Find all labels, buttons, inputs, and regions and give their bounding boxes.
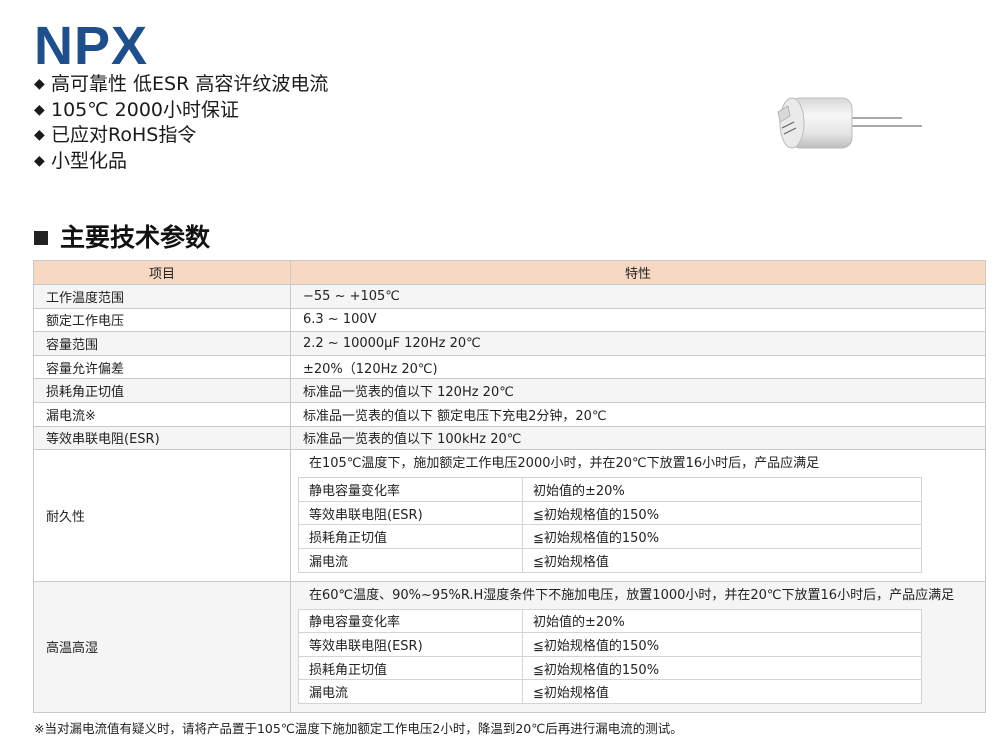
criteria-row: 损耗角正切值 ≦初始规格值的150% (298, 655, 922, 681)
durability-condition: 在105℃温度下，施加额定工作电压2000小时，并在20℃下放置16小时后，产品… (309, 456, 820, 472)
durability-row: 耐久性 在105℃温度下，施加额定工作电压2000小时，并在20℃下放置16小时… (33, 449, 986, 582)
product-title: NPX (34, 16, 149, 76)
criteria-key: 等效串联电阻(ESR) (298, 500, 523, 526)
section-heading-text: 主要技术参数 (60, 223, 211, 252)
humidity-content: 在60℃温度、90%~95%R.H湿度条件下不施加电压，放置1000小时，并在2… (290, 580, 986, 713)
feature-list: ◆ 高可靠性 低ESR 高容许纹波电流 ◆ 105℃ 2000小时保证 ◆ 已应对Ro… (34, 72, 328, 174)
row-item: 漏电流※ (33, 401, 291, 427)
criteria-value: ≦初始规格值的150% (522, 500, 922, 526)
durability-content: 在105℃温度下，施加额定工作电压2000小时，并在20℃下放置16小时后，产品… (290, 449, 986, 582)
feature-item: ◆ 高可靠性 低ESR 高容许纹波电流 (34, 72, 328, 98)
criteria-key: 漏电流 (298, 679, 523, 704)
criteria-row: 静电容量变化率 初始值的±20% (298, 477, 922, 502)
criteria-value: 初始值的±20% (522, 608, 922, 634)
criteria-value: ≦初始规格值 (522, 679, 922, 704)
row-value: −55 ~ +105℃ (290, 284, 986, 309)
table-row: 额定工作电压 6.3 ~ 100V (33, 307, 986, 333)
feature-item: ◆ 已应对RoHS指令 (34, 123, 328, 149)
table-row: 容量允许偏差 ±20%（120Hz 20℃) (33, 354, 986, 380)
criteria-row: 静电容量变化率 初始值的±20% (298, 608, 922, 634)
criteria-key: 静电容量变化率 (298, 608, 523, 634)
criteria-key: 等效串联电阻(ESR) (298, 632, 523, 657)
humidity-label: 高温高湿 (33, 580, 291, 713)
criteria-value: ≦初始规格值的150% (522, 632, 922, 657)
criteria-row: 损耗角正切值 ≦初始规格值的150% (298, 524, 922, 549)
diamond-bullet-icon: ◆ (34, 127, 45, 143)
durability-label: 耐久性 (33, 449, 291, 582)
durability-criteria-table: 静电容量变化率 初始值的±20% 等效串联电阻(ESR) ≦初始规格值的150% 损… (298, 477, 922, 573)
criteria-row: 漏电流 ≦初始规格值 (298, 679, 922, 704)
capacitor-icon (777, 97, 922, 149)
table-row: 漏电流※ 标准品一览表的值以下 额定电压下充电2分钟，20℃ (33, 401, 986, 427)
feature-text: 高可靠性 低ESR 高容许纹波电流 (51, 73, 329, 95)
square-bullet-icon (34, 231, 48, 245)
feature-item: ◆ 105℃ 2000小时保证 (34, 98, 328, 124)
table-row: 容量范围 2.2 ~ 10000μF 120Hz 20℃ (33, 331, 986, 356)
row-value: 标准品一览表的值以下 100kHz 20℃ (290, 425, 986, 451)
spec-table: 项目 特性 工作温度范围 −55 ~ +105℃ 额定工作电压 6.3 ~ 100V… (33, 260, 986, 713)
criteria-value: 初始值的±20% (522, 477, 922, 502)
table-header-row: 项目 特性 (33, 260, 986, 285)
row-value: 6.3 ~ 100V (290, 307, 986, 333)
feature-item: ◆ 小型化品 (34, 149, 328, 175)
row-item: 等效串联电阻(ESR) (33, 425, 291, 451)
humidity-row: 高温高湿 在60℃温度、90%~95%R.H湿度条件下不施加电压，放置1000小… (33, 580, 986, 713)
section-heading: 主要技术参数 (34, 221, 210, 255)
row-value: 标准品一览表的值以下 额定电压下充电2分钟，20℃ (290, 401, 986, 427)
criteria-key: 漏电流 (298, 547, 523, 573)
table-row: 工作温度范围 −55 ~ +105℃ (33, 284, 986, 309)
row-value: ±20%（120Hz 20℃) (290, 354, 986, 380)
row-item: 工作温度范围 (33, 284, 291, 309)
header-characteristics: 特性 (290, 260, 986, 285)
row-value: 标准品一览表的值以下 120Hz 20℃ (290, 378, 986, 403)
criteria-row: 漏电流 ≦初始规格值 (298, 547, 922, 573)
humidity-condition: 在60℃温度、90%~95%R.H湿度条件下不施加电压，放置1000小时，并在2… (309, 587, 955, 603)
header-item: 项目 (33, 260, 291, 285)
criteria-key: 损耗角正切值 (298, 524, 523, 549)
criteria-key: 损耗角正切值 (298, 655, 523, 681)
footnote: ※当对漏电流值有疑义时，请将产品置于105℃温度下施加额定工作电压2小时，降温到… (34, 721, 683, 736)
diamond-bullet-icon: ◆ (34, 76, 45, 92)
row-value: 2.2 ~ 10000μF 120Hz 20℃ (290, 331, 986, 356)
humidity-criteria-table: 静电容量变化率 初始值的±20% 等效串联电阻(ESR) ≦初始规格值的150% 损… (298, 608, 922, 704)
table-row: 损耗角正切值 标准品一览表的值以下 120Hz 20℃ (33, 378, 986, 403)
row-item: 额定工作电压 (33, 307, 291, 333)
row-item: 损耗角正切值 (33, 378, 291, 403)
criteria-value: ≦初始规格值 (522, 547, 922, 573)
diamond-bullet-icon: ◆ (34, 101, 45, 118)
row-item: 容量范围 (33, 331, 291, 356)
row-item: 容量允许偏差 (33, 354, 291, 380)
table-row: 等效串联电阻(ESR) 标准品一览表的值以下 100kHz 20℃ (33, 425, 986, 451)
criteria-row: 等效串联电阻(ESR) ≦初始规格值的150% (298, 632, 922, 657)
diamond-bullet-icon: ◆ (34, 152, 45, 169)
feature-text: 小型化品 (51, 149, 128, 172)
criteria-value: ≦初始规格值的150% (522, 655, 922, 681)
feature-text: 已应对RoHS指令 (51, 124, 197, 146)
criteria-value: ≦初始规格值的150% (522, 524, 922, 549)
feature-text: 105℃ 2000小时保证 (51, 98, 239, 121)
criteria-row: 等效串联电阻(ESR) ≦初始规格值的150% (298, 500, 922, 526)
criteria-key: 静电容量变化率 (298, 477, 523, 502)
